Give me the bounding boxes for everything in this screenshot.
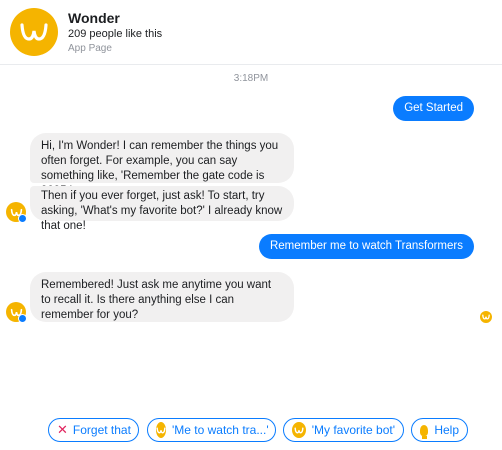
wonder-logo-icon <box>292 422 306 438</box>
wonder-avatar[interactable] <box>10 8 58 56</box>
message-text: Remember me to watch Transformers <box>269 240 463 252</box>
bot-avatar <box>6 302 27 323</box>
message-text: Remembered! Just ask me anytime you want… <box>41 279 272 321</box>
quick-reply-watch-transformers[interactable]: 'Me to watch tra...' <box>147 418 276 442</box>
wonder-logo-icon <box>482 314 490 320</box>
user-message: Get Started <box>393 96 474 121</box>
page-title[interactable]: Wonder <box>68 10 120 26</box>
quick-reply-label: Forget that <box>72 423 131 437</box>
bot-avatar <box>6 202 27 223</box>
likes-count: 209 people like this <box>68 28 163 40</box>
wonder-logo-icon <box>20 23 48 41</box>
bot-message: Remembered! Just ask me anytime you want… <box>30 272 294 322</box>
messenger-badge-icon <box>18 214 27 223</box>
bot-message: Hi, I'm Wonder! I can remember the thing… <box>30 133 294 197</box>
user-message: Remember me to watch Transformers <box>258 234 474 259</box>
bot-message: Then if you ever forget, just ask! To st… <box>30 186 294 232</box>
quick-reply-label: Help <box>434 423 459 437</box>
message-text: Then if you ever forget, just ask! To st… <box>41 190 283 232</box>
message-text: Get Started <box>404 102 463 114</box>
quick-reply-help[interactable]: Help <box>411 418 468 442</box>
x-icon: ✕ <box>57 422 68 437</box>
page-header: Wonder 209 people like this App Page <box>0 0 502 65</box>
quick-reply-favorite-bot[interactable]: 'My favorite bot' <box>283 418 404 442</box>
quick-reply-forget-that[interactable]: ✕ Forget that <box>48 418 139 442</box>
lightbulb-icon <box>420 424 429 439</box>
messenger-badge-icon <box>18 314 27 323</box>
seen-indicator-icon <box>480 311 492 323</box>
quick-reply-label: 'My favorite bot' <box>311 423 395 437</box>
timestamp: 3:18PM <box>233 73 269 84</box>
quick-reply-label: 'Me to watch tra...' <box>172 423 269 437</box>
page-category: App Page <box>68 43 112 54</box>
wonder-logo-icon <box>156 422 166 438</box>
